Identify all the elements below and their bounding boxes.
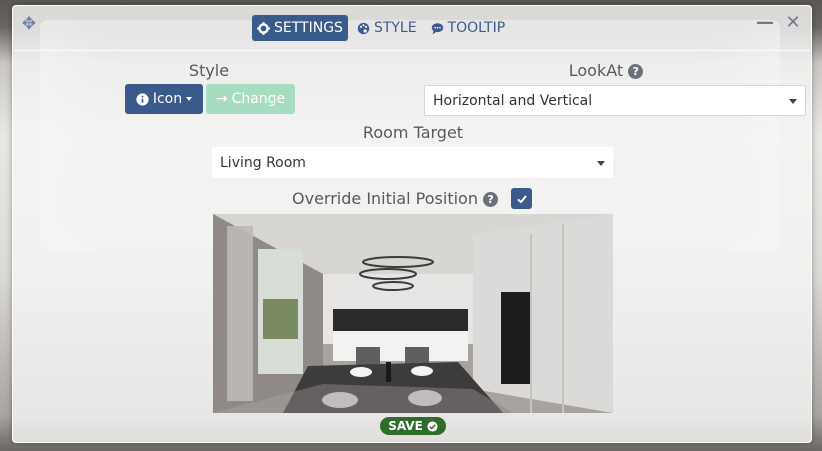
change-button-label: Change [231,91,286,107]
lookat-label: LookAt [568,61,624,80]
icon-button-label: Icon [152,91,183,107]
room-target-select[interactable]: Living Room [212,147,613,178]
question-circle-icon[interactable]: ? [483,192,499,207]
question-circle-icon[interactable]: ? [628,64,644,79]
save-button-label: SAVE [388,419,423,433]
check-circle-icon [427,420,438,432]
room-target-select-value: Living Room [220,154,306,171]
lookat-select-value: Horizontal and Vertical [433,92,593,109]
caret-down-icon [186,97,193,101]
tab-style[interactable]: STYLE [352,15,422,41]
palette-icon [357,22,370,34]
tab-bar: SETTINGS STYLE TOOLTIP [252,14,510,42]
header-divider [13,50,811,51]
lookat-label-row: LookAt ? [541,61,671,80]
minimize-icon[interactable]: — [756,14,774,32]
caret-down-icon [597,160,605,166]
info-circle-icon [136,92,149,106]
change-button[interactable]: → Change [206,84,295,114]
room-target-label: Room Target [362,123,464,142]
tab-settings[interactable]: SETTINGS [252,15,348,41]
save-button[interactable]: SAVE [380,417,446,435]
move-icon[interactable]: ✥ [20,15,38,33]
room-preview-drawing [213,214,613,413]
tab-tooltip[interactable]: TOOLTIP [426,15,511,41]
arrow-right-icon: → [215,91,228,107]
caret-down-icon [789,98,797,104]
check-icon [516,194,527,203]
room-preview-image [213,214,613,413]
override-checkbox[interactable] [511,188,532,209]
tab-tooltip-label: TOOLTIP [447,20,506,36]
override-label-row: Override Initial Position ? [292,189,507,208]
icon-dropdown-button[interactable]: Icon [125,84,203,114]
tab-style-label: STYLE [373,20,417,36]
style-label: Style [188,61,230,80]
hotspot-settings-dialog: ✥ SETTINGS STYLE TOOLTIP — ✕ Style Icon … [12,5,812,443]
override-label: Override Initial Position [292,189,478,208]
comment-icon [431,22,443,34]
lookat-select[interactable]: Horizontal and Vertical [424,85,806,116]
close-icon[interactable]: ✕ [784,14,802,32]
gear-icon [257,21,270,35]
tab-settings-label: SETTINGS [274,20,343,36]
